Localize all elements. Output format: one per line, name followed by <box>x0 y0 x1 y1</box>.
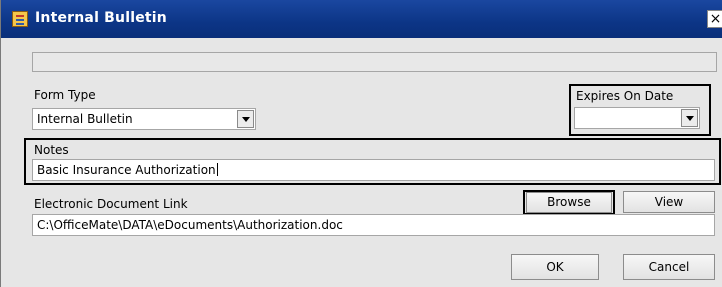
dialog-window: Internal Bulletin × Form Type Internal B… <box>0 0 722 287</box>
text-cursor <box>216 163 218 176</box>
chevron-down-icon[interactable] <box>237 110 254 128</box>
notes-input[interactable]: Basic Insurance Authorization <box>32 159 715 181</box>
view-button[interactable]: View <box>623 191 715 213</box>
document-link-label: Electronic Document Link <box>34 197 188 211</box>
expires-on-date-label: Expires On Date <box>576 89 674 103</box>
document-link-input[interactable]: C:\OfficeMate\DATA\eDocuments\Authorizat… <box>32 214 715 236</box>
notes-label: Notes <box>34 143 69 157</box>
notes-value: Basic Insurance Authorization <box>37 163 216 177</box>
form-type-value: Internal Bulletin <box>37 112 133 126</box>
header-readonly-field <box>32 52 717 72</box>
close-button[interactable]: × <box>707 10 722 28</box>
chevron-down-icon[interactable] <box>681 109 698 127</box>
browse-button[interactable]: Browse <box>526 192 612 213</box>
title-bar[interactable]: Internal Bulletin × <box>1 0 722 38</box>
bulletin-icon <box>12 11 28 27</box>
form-type-label: Form Type <box>34 88 96 102</box>
window-title: Internal Bulletin <box>35 10 167 26</box>
ok-button[interactable]: OK <box>511 254 599 280</box>
form-type-select[interactable]: Internal Bulletin <box>32 108 256 130</box>
cancel-button[interactable]: Cancel <box>623 254 715 280</box>
expires-on-date-picker[interactable] <box>574 107 700 129</box>
